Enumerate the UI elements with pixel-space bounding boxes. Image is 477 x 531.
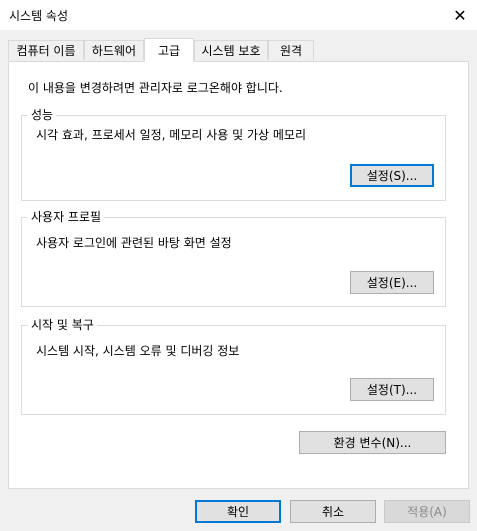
tab-label: 원격: [279, 44, 303, 58]
tab-computer-name[interactable]: 컴퓨터 이름: [8, 40, 84, 60]
startup-recovery-settings-button[interactable]: 설정(T)...: [350, 378, 434, 401]
user-profiles-description: 사용자 로그인에 관련된 바탕 화면 설정: [36, 236, 232, 250]
performance-settings-button[interactable]: 설정(S)...: [350, 164, 434, 187]
title-bar: 시스템 속성 ✕: [0, 0, 477, 30]
tab-label: 하드웨어: [91, 44, 137, 58]
tab-advanced[interactable]: 고급: [144, 38, 194, 62]
tab-hardware[interactable]: 하드웨어: [84, 40, 144, 60]
ok-button[interactable]: 확인: [195, 500, 281, 523]
performance-description: 시각 효과, 프로세서 일정, 메모리 사용 및 가상 메모리: [36, 128, 306, 142]
window-title: 시스템 속성: [9, 9, 69, 23]
user-profiles-settings-button[interactable]: 설정(E)...: [350, 271, 434, 294]
button-label: 설정(T)...: [366, 383, 418, 397]
user-profiles-label: 사용자 프로필: [28, 208, 105, 225]
cancel-button[interactable]: 취소: [290, 500, 376, 523]
startup-recovery-label: 시작 및 복구: [28, 316, 97, 333]
startup-recovery-group: [21, 325, 446, 415]
tab-label: 고급: [157, 43, 181, 58]
environment-variables-button[interactable]: 환경 변수(N)...: [299, 431, 446, 454]
startup-recovery-description: 시스템 시작, 시스템 오류 및 디버깅 정보: [36, 344, 240, 358]
button-label: 환경 변수(N)...: [333, 436, 412, 450]
close-icon[interactable]: ✕: [448, 3, 472, 27]
tab-remote[interactable]: 원격: [268, 40, 314, 60]
performance-label: 성능: [28, 106, 57, 123]
tab-system-protection[interactable]: 시스템 보호: [194, 40, 268, 60]
admin-notice: 이 내용을 변경하려면 관리자로 로그온해야 합니다.: [28, 81, 283, 95]
tab-label: 컴퓨터 이름: [16, 44, 76, 58]
button-label: 설정(S)...: [366, 169, 418, 183]
button-label: 취소: [321, 505, 345, 519]
button-label: 설정(E)...: [366, 276, 418, 290]
apply-button[interactable]: 적용(A): [384, 500, 470, 523]
button-label: 적용(A): [407, 505, 447, 519]
button-label: 확인: [226, 505, 250, 519]
tab-label: 시스템 보호: [201, 44, 261, 58]
